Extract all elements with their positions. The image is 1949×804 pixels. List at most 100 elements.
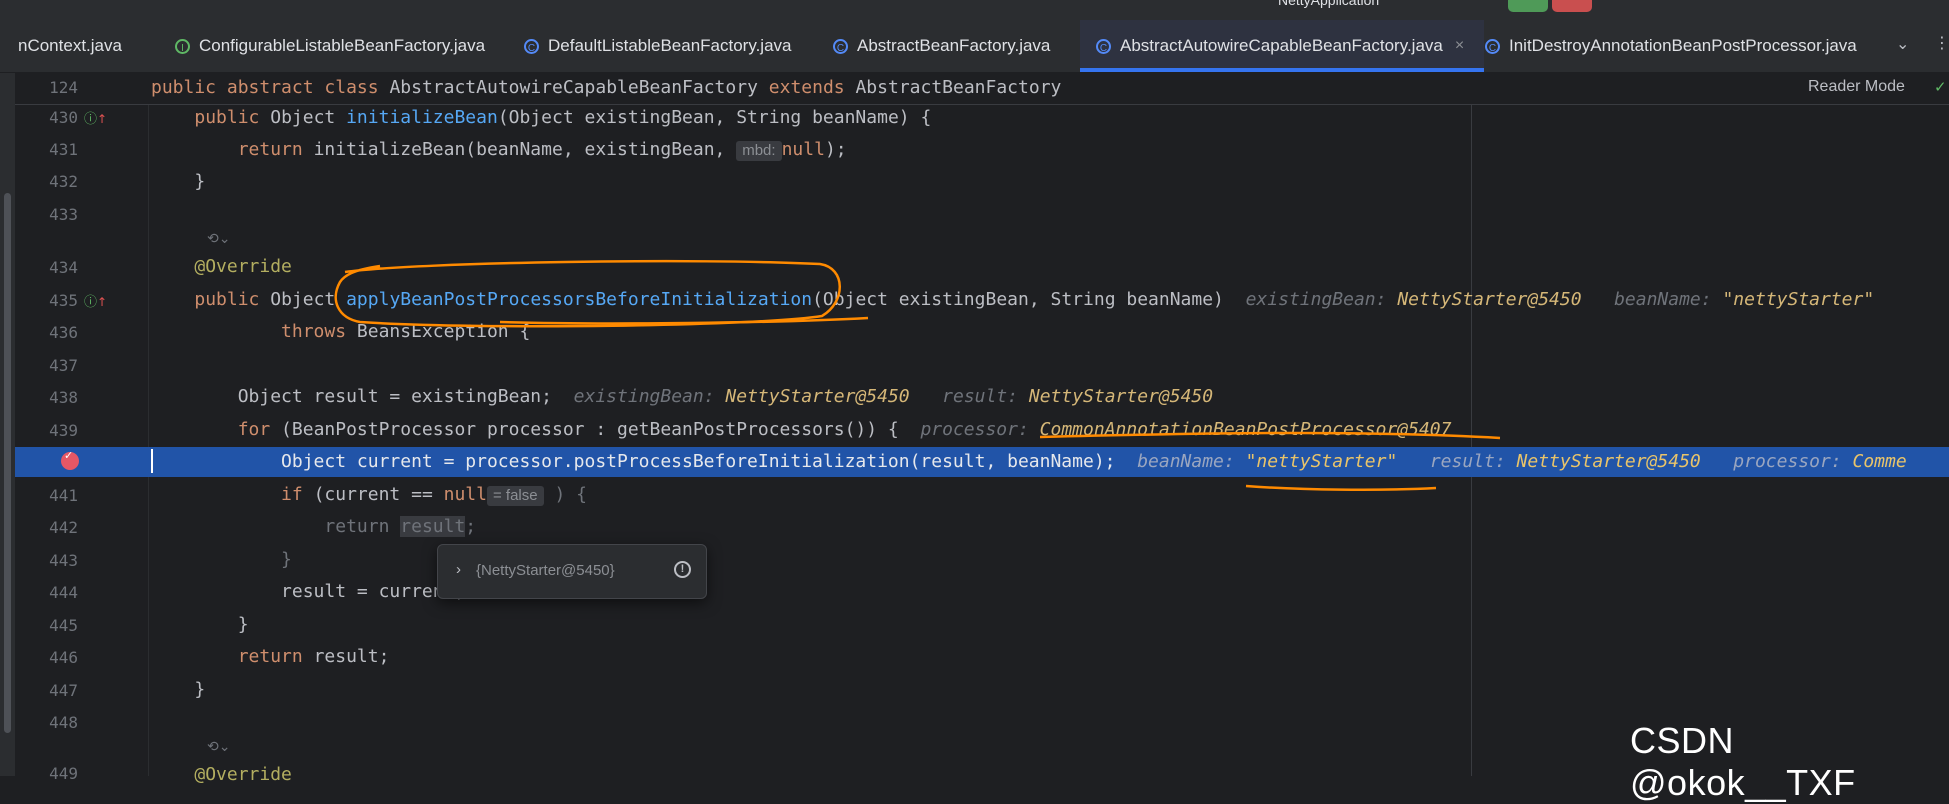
debug-inline-value: "nettyStarter"	[1245, 451, 1398, 472]
class-icon: C	[1096, 38, 1111, 54]
tab-label: AbstractAutowireCapableBeanFactory.java	[1120, 36, 1443, 55]
line-number: 431	[49, 140, 78, 159]
debug-inline-value: NettyStarter@5450	[1516, 451, 1701, 472]
code-line-447[interactable]: }	[151, 677, 205, 703]
tab-abstractbeanfactory[interactable]: C AbstractBeanFactory.java	[833, 20, 1050, 72]
class-name: AbstractAutowireCapableBeanFactory	[389, 77, 758, 98]
debug-inline-value: NettyStarter@5450	[1028, 386, 1214, 407]
tab-label: nContext.java	[18, 36, 122, 55]
code-line-432[interactable]: }	[151, 169, 205, 195]
code-line-446[interactable]: return result;	[151, 644, 390, 670]
editor-scrollbar[interactable]	[0, 73, 15, 776]
line-number: 124	[49, 78, 78, 97]
line-number: 443	[49, 551, 78, 570]
method-name: applyBeanPostProcessorsBeforeInitializat…	[346, 289, 813, 310]
class-declaration: public abstract class AbstractAutowireCa…	[151, 75, 1061, 101]
debug-inline-value: NettyStarter@5450	[725, 386, 910, 407]
implements-override-icon[interactable]: ⓘ↑	[84, 291, 107, 310]
right-margin-guide	[1471, 104, 1472, 776]
keyword: null	[443, 484, 487, 505]
code-vision-icon[interactable]: ⟲⌄	[207, 739, 230, 755]
implements-override-icon[interactable]: ⓘ↑	[84, 108, 107, 127]
code-line-441[interactable]: if (current == null = false ) {	[151, 482, 587, 508]
code-text: BeansException {	[346, 321, 531, 342]
more-vertical-icon[interactable]: ⋮	[1934, 33, 1949, 52]
line-number: 439	[49, 421, 78, 440]
tab-abstractautowirecapablebeanfactory[interactable]: C AbstractAutowireCapableBeanFactory.jav…	[1080, 20, 1485, 72]
current-execution-line[interactable]: Object current = processor.postProcessBe…	[15, 447, 1949, 477]
tab-defaultlistablebeanfactory[interactable]: C DefaultListableBeanFactory.java	[524, 20, 792, 72]
stop-button[interactable]	[1552, 0, 1592, 12]
tab-ncontext[interactable]: nContext.java	[18, 20, 122, 72]
line-number: 438	[49, 388, 78, 407]
keyword: null	[781, 139, 825, 160]
close-icon[interactable]: ×	[1455, 37, 1464, 55]
code-line-434[interactable]: @Override	[151, 254, 292, 280]
code-text: (Object existingBean, String beanName)	[812, 289, 1224, 310]
code-line-430[interactable]: public Object initializeBean(Object exis…	[151, 105, 931, 131]
code-line-438[interactable]: Object result = existingBean; existingBe…	[151, 384, 1213, 410]
line-number: 448	[49, 713, 78, 732]
scrollbar-thumb[interactable]	[4, 193, 11, 733]
line-number: 434	[49, 258, 78, 277]
hovered-variable[interactable]: result	[400, 516, 466, 537]
code-line-435[interactable]: public Object applyBeanPostProcessorsBef…	[151, 287, 1874, 313]
code-line-431[interactable]: return initializeBean(beanName, existing…	[151, 137, 847, 163]
code-text: Object	[259, 107, 347, 128]
debug-inline-label: result:	[942, 386, 1019, 407]
line-number: 433	[49, 205, 78, 224]
debug-button[interactable]	[1508, 0, 1548, 12]
keyword: class	[324, 77, 379, 98]
line-number: 449	[49, 764, 78, 783]
code-line-444[interactable]: result = current;	[151, 579, 465, 605]
interface-icon: I	[175, 38, 190, 54]
line-number: 445	[49, 616, 78, 635]
code-line-440[interactable]: Object current = processor.postProcessBe…	[151, 449, 1907, 475]
inspection-ok-icon: ✓	[1934, 78, 1947, 96]
code-text: Object	[259, 289, 347, 310]
code-text: }	[194, 171, 206, 192]
code-line-445[interactable]: }	[151, 612, 249, 638]
line-number: 441	[49, 486, 78, 505]
debug-inline-label: existingBean:	[573, 386, 715, 407]
tab-label: AbstractBeanFactory.java	[857, 36, 1051, 55]
tab-configurablelistablebeanfactory[interactable]: I ConfigurableListableBeanFactory.java	[175, 20, 485, 72]
class-icon: C	[1485, 38, 1500, 54]
run-configuration-selector[interactable]: NettyApplication	[1278, 0, 1379, 8]
code-line-443[interactable]: }	[151, 547, 292, 573]
chevron-down-icon[interactable]: ⌄	[1896, 34, 1909, 53]
debug-inline-label: beanName:	[1137, 451, 1235, 472]
parent-class: AbstractBeanFactory	[855, 77, 1062, 98]
popup-value: {NettyStarter@5450}	[476, 562, 615, 579]
info-icon[interactable]: !	[674, 561, 691, 578]
annotation-underline	[1245, 484, 1437, 491]
code-line-442[interactable]: return result;	[151, 514, 476, 540]
code-text: Object current = processor.postProcessBe…	[281, 451, 1116, 472]
line-number: 446	[49, 648, 78, 667]
code-text: Object result = existingBean;	[237, 386, 552, 407]
gutter-divider	[148, 73, 149, 776]
breakpoint-icon[interactable]	[61, 449, 79, 470]
annotation: @Override	[194, 256, 292, 277]
method-name: initializeBean	[346, 107, 498, 128]
code-vision-icon[interactable]: ⟲⌄	[207, 231, 230, 247]
debug-value-popup[interactable]: › {NettyStarter@5450} !	[437, 544, 707, 599]
debug-inline-value: CommonAnnotationBeanPostProcessor@5407	[1039, 419, 1452, 440]
code-line-439[interactable]: for (BeanPostProcessor processor : getBe…	[151, 417, 1452, 443]
tab-label: ConfigurableListableBeanFactory.java	[199, 36, 486, 55]
watermark: CSDN @okok__TXF	[1630, 720, 1856, 803]
sticky-class-header[interactable]: 124 public abstract class AbstractAutowi…	[15, 73, 1949, 105]
tab-initdestroyannotationbeanpostprocessor[interactable]: C InitDestroyAnnotationBeanPostProcessor…	[1485, 20, 1857, 72]
line-number: 432	[49, 172, 78, 191]
line-number: 430	[49, 108, 78, 127]
debug-inline-label: processor:	[920, 419, 1029, 440]
line-number: 442	[49, 518, 78, 537]
keyword: extends	[768, 77, 845, 98]
code-text: (current ==	[302, 484, 444, 505]
code-line-449[interactable]: @Override	[151, 762, 292, 788]
text-caret	[151, 449, 153, 473]
reader-mode-toggle[interactable]: Reader Mode	[1808, 78, 1905, 96]
code-line-436[interactable]: throws BeansException {	[151, 319, 530, 345]
debug-inline-label: processor:	[1733, 451, 1842, 472]
expand-chevron-icon[interactable]: ›	[456, 561, 461, 578]
